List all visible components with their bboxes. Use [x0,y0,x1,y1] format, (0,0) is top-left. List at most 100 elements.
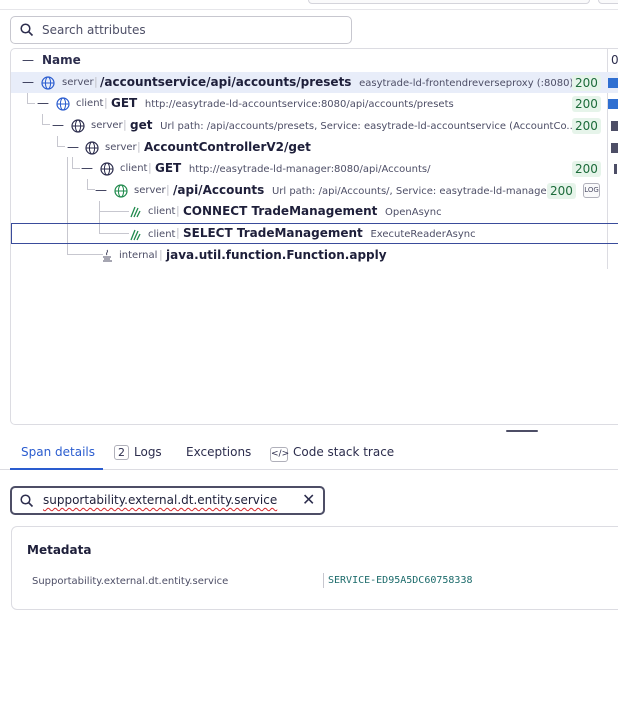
separator: | [176,226,180,239]
database-icon [130,206,141,218]
span-row[interactable]: — client | GET http://easytrade-ld-manag… [11,158,618,179]
status-badge: 200 [572,118,601,134]
search-icon [20,494,34,508]
attribute-filter-field[interactable]: supportability.external.dt.entity.servic… [10,486,325,515]
span-row[interactable]: — server | /api/Accounts Url path: /api/… [11,180,618,201]
tab-logs-label: Logs [134,445,162,459]
tab-logs[interactable]: 2 Logs [114,445,162,460]
collapse-all-toggle[interactable]: — [22,53,34,67]
span-name: /accountservice/api/accounts/presets eas… [100,75,573,89]
top-toolbar-edge [0,0,618,10]
span-kind: client [148,229,176,240]
globe-icon [85,141,99,155]
logs-count-badge: 2 [114,445,129,460]
span-name: GET http://easytrade-ld-accountservice:8… [111,96,454,110]
details-tabs: Span details 2 Logs Exceptions </> Code st… [0,438,618,470]
timeline-bar[interactable] [608,78,618,88]
span-kind: server [134,185,166,196]
span-row-focused[interactable]: client | SELECT TradeManagement ExecuteR… [11,223,618,244]
span-title: AccountControllerV2/get [144,140,311,154]
filter-value[interactable]: supportability.external.dt.entity.servic… [43,493,277,507]
span-kind: server [62,77,94,88]
span-title: /accountservice/api/accounts/presets [100,75,352,89]
name-column-header[interactable]: Name [42,53,81,67]
span-row[interactable]: internal | java.util.function.Function.a… [11,245,618,266]
tab-code-stack-trace[interactable]: </> Code stack trace [270,445,394,462]
span-title: java.util.function.Function.apply [166,248,387,262]
metadata-value[interactable]: SERVICE-ED95A5DC60758338 [328,575,473,586]
active-tab-indicator [10,468,103,470]
timeline-bar[interactable] [611,143,618,153]
span-name: SELECT TradeManagement ExecuteReaderAsyn… [183,226,476,240]
span-service: easytrade-ld-frontendreverseproxy (:8080… [359,78,574,89]
span-title: SELECT TradeManagement [183,226,363,240]
globe-icon [41,76,55,90]
collapse-toggle[interactable]: — [81,161,93,175]
span-name: java.util.function.Function.apply [166,248,387,262]
span-title: get [130,118,153,132]
search-icon [20,23,34,37]
span-service: http://easytrade-ld-accountservice:8080/… [144,99,454,110]
collapse-toggle[interactable]: — [22,75,34,89]
status-badge: 200 [572,96,601,112]
globe-icon [71,119,85,133]
span-tree: — Name 0 — server | /accountservice/api/… [10,48,618,425]
span-service: Url path: /api/Accounts/, Service: easyt… [271,186,557,197]
span-title: CONNECT TradeManagement [183,204,378,218]
span-title: /api/Accounts [173,183,265,197]
globe-icon [100,162,114,176]
span-row[interactable]: — server | get Url path: /api/accounts/p… [11,115,618,136]
span-row[interactable]: — client | GET http://easytrade-ld-accou… [11,93,618,114]
separator: | [166,183,170,196]
separator: | [123,118,127,131]
separator: | [176,204,180,217]
timeline-bar[interactable] [611,121,618,131]
span-kind: client [76,98,104,109]
log-icon[interactable]: LOG [583,183,600,198]
collapse-toggle[interactable]: — [37,96,49,110]
globe-icon [114,184,128,198]
separator: | [104,96,108,109]
java-icon [103,249,112,262]
globe-icon [56,97,70,111]
span-kind: internal [119,250,158,261]
timeline-bar[interactable] [608,99,618,109]
metadata-key: Supportability.external.dt.entity.servic… [32,576,229,587]
close-icon[interactable]: ✕ [302,490,315,509]
tree-header: — Name 0 [11,49,618,71]
timeline-column-header: 0 [611,53,618,67]
timeline-bar[interactable] [614,164,617,174]
span-service: Url path: /api/accounts/presets, Service… [160,121,576,132]
search-attributes-input[interactable] [42,23,332,37]
span-service: http://easytrade-ld-manager:8080/api/Acc… [188,164,431,175]
separator: | [148,161,152,174]
status-badge: 200 [547,183,576,199]
divider [323,573,324,588]
collapse-toggle[interactable]: — [67,140,79,154]
span-row[interactable]: — server | /accountservice/api/accounts/… [11,72,618,93]
status-badge: 200 [572,161,601,177]
code-icon: </> [270,447,289,462]
search-attributes-box[interactable] [10,16,352,44]
span-row[interactable]: client | CONNECT TradeManagement OpenAsy… [11,201,618,222]
status-badge: 200 [572,75,601,91]
panel-resize-handle[interactable] [506,430,538,432]
collapse-toggle[interactable]: — [95,183,107,197]
collapse-toggle[interactable]: — [52,118,64,132]
tab-span-details[interactable]: Span details [21,445,95,459]
separator: | [94,75,98,88]
span-name: get Url path: /api/accounts/presets, Ser… [130,118,576,132]
span-operation: OpenAsync [385,207,442,218]
toolbar-control[interactable] [308,0,590,4]
span-title: GET [155,161,182,175]
tab-exceptions[interactable]: Exceptions [186,445,251,459]
database-icon [130,229,141,241]
span-operation: ExecuteReaderAsync [370,229,476,240]
toolbar-control-small[interactable] [598,0,618,4]
metadata-title: Metadata [27,543,92,557]
span-kind: server [105,142,137,153]
span-kind: server [91,120,123,131]
span-kind: client [148,206,176,217]
tab-code-stack-trace-label: Code stack trace [293,445,395,459]
span-row[interactable]: — server | AccountControllerV2/get [11,137,618,158]
